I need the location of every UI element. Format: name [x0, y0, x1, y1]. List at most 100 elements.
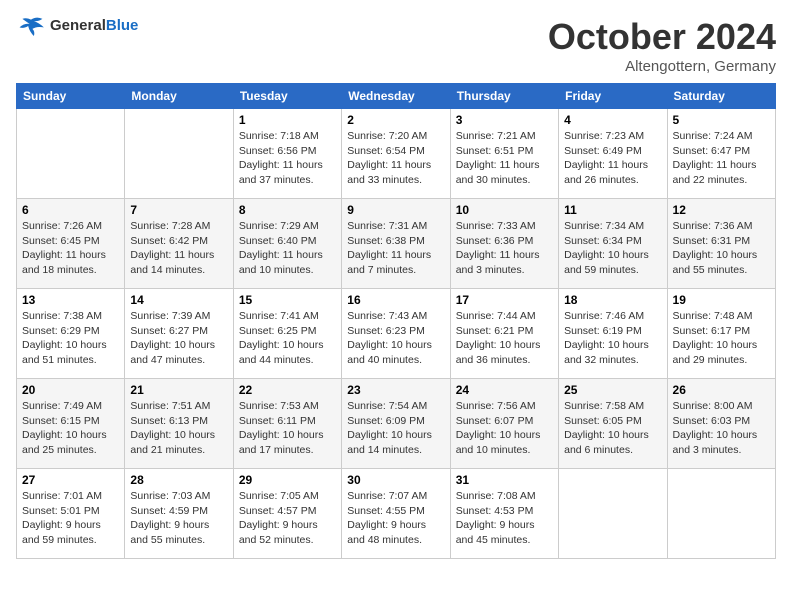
day-number: 12	[673, 203, 770, 217]
day-number: 14	[130, 293, 227, 307]
day-info: Sunrise: 7:28 AM Sunset: 6:42 PM Dayligh…	[130, 219, 227, 278]
day-info: Sunrise: 7:21 AM Sunset: 6:51 PM Dayligh…	[456, 129, 553, 188]
calendar-cell: 20 Sunrise: 7:49 AM Sunset: 6:15 PM Dayli…	[17, 379, 125, 469]
day-info: Sunrise: 7:53 AM Sunset: 6:11 PM Dayligh…	[239, 399, 336, 458]
calendar-week-row: 6Sunrise: 7:26 AM Sunset: 6:45 PM Daylig…	[17, 199, 776, 289]
calendar-cell	[559, 469, 667, 559]
calendar-cell: 29Sunrise: 7:05 AM Sunset: 4:57 PM Dayli…	[233, 469, 341, 559]
day-info: Sunrise: 7:34 AM Sunset: 6:34 PM Dayligh…	[564, 219, 661, 278]
calendar-cell: 19Sunrise: 7:48 AM Sunset: 6:17 PM Dayli…	[667, 289, 775, 379]
logo-text: GeneralBlue	[50, 17, 138, 35]
calendar-cell: 31 Sunrise: 7:08 AM Sunset: 4:53 PM Dayli…	[450, 469, 558, 559]
calendar-cell: 23Sunrise: 7:54 AM Sunset: 6:09 PM Dayli…	[342, 379, 450, 469]
logo: GeneralBlue	[16, 16, 138, 36]
logo-icon	[16, 16, 46, 36]
day-info: Sunrise: 7:08 AM Sunset: 4:53 PM Dayligh…	[456, 489, 553, 548]
day-info: Sunrise: 7:29 AM Sunset: 6:40 PM Dayligh…	[239, 219, 336, 278]
day-number: 29	[239, 473, 336, 487]
day-info: Sunrise: 7:01 AM Sunset: 5:01 PM Dayligh…	[22, 489, 119, 548]
day-info: Sunrise: 7:31 AM Sunset: 6:38 PM Dayligh…	[347, 219, 444, 278]
calendar-cell: 21 Sunrise: 7:51 AM Sunset: 6:13 PM Dayli…	[125, 379, 233, 469]
day-info: Sunrise: 7:43 AM Sunset: 6:23 PM Dayligh…	[347, 309, 444, 368]
calendar-cell: 4Sunrise: 7:23 AM Sunset: 6:49 PM Daylig…	[559, 109, 667, 199]
calendar-cell	[125, 109, 233, 199]
day-number: 15	[239, 293, 336, 307]
calendar-cell: 25 Sunrise: 7:58 AM Sunset: 6:05 PM Dayli…	[559, 379, 667, 469]
day-number: 13	[22, 293, 119, 307]
calendar-cell: 15 Sunrise: 7:41 AM Sunset: 6:25 PM Dayli…	[233, 289, 341, 379]
day-number: 24	[456, 383, 553, 397]
calendar-cell: 9 Sunrise: 7:31 AM Sunset: 6:38 PM Daylig…	[342, 199, 450, 289]
weekday-header: Sunday	[17, 84, 125, 109]
calendar-cell: 1 Sunrise: 7:18 AM Sunset: 6:56 PM Daylig…	[233, 109, 341, 199]
day-number: 3	[456, 113, 553, 127]
day-number: 10	[456, 203, 553, 217]
day-number: 7	[130, 203, 227, 217]
calendar-table: SundayMondayTuesdayWednesdayThursdayFrid…	[16, 83, 776, 559]
day-info: Sunrise: 7:24 AM Sunset: 6:47 PM Dayligh…	[673, 129, 770, 188]
calendar-cell: 12Sunrise: 7:36 AM Sunset: 6:31 PM Dayli…	[667, 199, 775, 289]
day-info: Sunrise: 7:03 AM Sunset: 4:59 PM Dayligh…	[130, 489, 227, 548]
calendar-cell: 24 Sunrise: 7:56 AM Sunset: 6:07 PM Dayli…	[450, 379, 558, 469]
day-number: 18	[564, 293, 661, 307]
logo-general: General	[50, 17, 106, 34]
weekday-header: Tuesday	[233, 84, 341, 109]
day-number: 9	[347, 203, 444, 217]
day-info: Sunrise: 7:33 AM Sunset: 6:36 PM Dayligh…	[456, 219, 553, 278]
day-number: 27	[22, 473, 119, 487]
calendar-cell: 22Sunrise: 7:53 AM Sunset: 6:11 PM Dayli…	[233, 379, 341, 469]
calendar-week-row: 20 Sunrise: 7:49 AM Sunset: 6:15 PM Dayli…	[17, 379, 776, 469]
day-number: 25	[564, 383, 661, 397]
calendar-cell: 13 Sunrise: 7:38 AM Sunset: 6:29 PM Dayli…	[17, 289, 125, 379]
calendar-cell: 26Sunrise: 8:00 AM Sunset: 6:03 PM Dayli…	[667, 379, 775, 469]
day-info: Sunrise: 7:07 AM Sunset: 4:55 PM Dayligh…	[347, 489, 444, 548]
weekday-header: Saturday	[667, 84, 775, 109]
day-number: 2	[347, 113, 444, 127]
weekday-header: Friday	[559, 84, 667, 109]
calendar-week-row: 13 Sunrise: 7:38 AM Sunset: 6:29 PM Dayli…	[17, 289, 776, 379]
day-info: Sunrise: 7:46 AM Sunset: 6:19 PM Dayligh…	[564, 309, 661, 368]
page-header: GeneralBlue October 2024 Altengottern, G…	[16, 16, 776, 75]
day-info: Sunrise: 7:51 AM Sunset: 6:13 PM Dayligh…	[130, 399, 227, 458]
weekday-header: Monday	[125, 84, 233, 109]
calendar-cell: 30Sunrise: 7:07 AM Sunset: 4:55 PM Dayli…	[342, 469, 450, 559]
calendar-cell: 5Sunrise: 7:24 AM Sunset: 6:47 PM Daylig…	[667, 109, 775, 199]
day-number: 20	[22, 383, 119, 397]
day-info: Sunrise: 7:44 AM Sunset: 6:21 PM Dayligh…	[456, 309, 553, 368]
calendar-cell: 2 Sunrise: 7:20 AM Sunset: 6:54 PM Daylig…	[342, 109, 450, 199]
calendar-cell	[17, 109, 125, 199]
calendar-cell: 16 Sunrise: 7:43 AM Sunset: 6:23 PM Dayli…	[342, 289, 450, 379]
weekday-header: Thursday	[450, 84, 558, 109]
calendar-cell: 8 Sunrise: 7:29 AM Sunset: 6:40 PM Daylig…	[233, 199, 341, 289]
day-info: Sunrise: 7:41 AM Sunset: 6:25 PM Dayligh…	[239, 309, 336, 368]
day-number: 8	[239, 203, 336, 217]
day-info: Sunrise: 7:18 AM Sunset: 6:56 PM Dayligh…	[239, 129, 336, 188]
calendar-cell: 10 Sunrise: 7:33 AM Sunset: 6:36 PM Dayli…	[450, 199, 558, 289]
day-number: 31	[456, 473, 553, 487]
calendar-cell: 6Sunrise: 7:26 AM Sunset: 6:45 PM Daylig…	[17, 199, 125, 289]
day-number: 16	[347, 293, 444, 307]
day-number: 1	[239, 113, 336, 127]
day-info: Sunrise: 7:58 AM Sunset: 6:05 PM Dayligh…	[564, 399, 661, 458]
day-info: Sunrise: 7:20 AM Sunset: 6:54 PM Dayligh…	[347, 129, 444, 188]
calendar-cell: 28Sunrise: 7:03 AM Sunset: 4:59 PM Dayli…	[125, 469, 233, 559]
day-number: 26	[673, 383, 770, 397]
calendar-week-row: 27 Sunrise: 7:01 AM Sunset: 5:01 PM Dayli…	[17, 469, 776, 559]
calendar-cell: 7 Sunrise: 7:28 AM Sunset: 6:42 PM Daylig…	[125, 199, 233, 289]
day-number: 6	[22, 203, 119, 217]
calendar-cell: 18 Sunrise: 7:46 AM Sunset: 6:19 PM Dayli…	[559, 289, 667, 379]
calendar-cell: 17 Sunrise: 7:44 AM Sunset: 6:21 PM Dayli…	[450, 289, 558, 379]
day-number: 21	[130, 383, 227, 397]
location: Altengottern, Germany	[548, 58, 776, 75]
day-info: Sunrise: 7:49 AM Sunset: 6:15 PM Dayligh…	[22, 399, 119, 458]
calendar-cell: 27 Sunrise: 7:01 AM Sunset: 5:01 PM Dayli…	[17, 469, 125, 559]
calendar-cell: 14Sunrise: 7:39 AM Sunset: 6:27 PM Dayli…	[125, 289, 233, 379]
day-info: Sunrise: 7:56 AM Sunset: 6:07 PM Dayligh…	[456, 399, 553, 458]
day-number: 17	[456, 293, 553, 307]
logo-blue: Blue	[106, 17, 139, 34]
calendar-week-row: 1 Sunrise: 7:18 AM Sunset: 6:56 PM Daylig…	[17, 109, 776, 199]
title-block: October 2024 Altengottern, Germany	[548, 16, 776, 75]
calendar-cell	[667, 469, 775, 559]
day-info: Sunrise: 7:38 AM Sunset: 6:29 PM Dayligh…	[22, 309, 119, 368]
day-info: Sunrise: 7:48 AM Sunset: 6:17 PM Dayligh…	[673, 309, 770, 368]
